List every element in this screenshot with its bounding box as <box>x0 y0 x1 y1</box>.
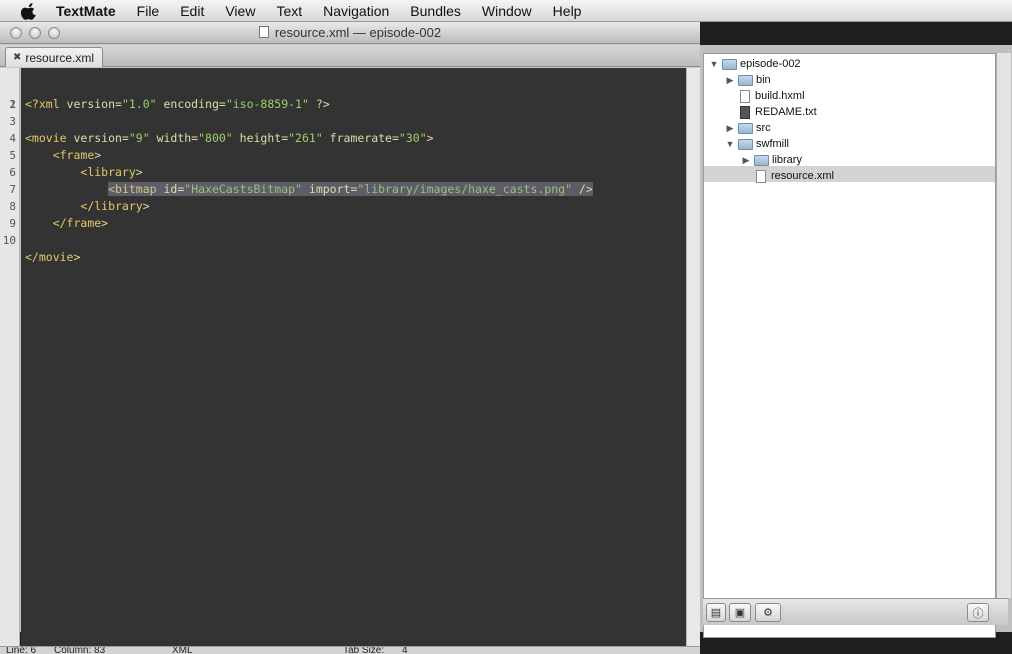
code-line: <library> <box>80 165 143 179</box>
line-indicator: Line: 6 <box>6 646 37 654</box>
code-editor[interactable]: <?xml version="1.0" encoding="iso-8859-1… <box>21 68 686 646</box>
tree-item-library[interactable]: ▶ library <box>740 152 802 168</box>
line-number: 9 <box>9 217 16 230</box>
language-popup[interactable]: XML <box>172 647 193 654</box>
tab-label: resource.xml <box>25 50 95 65</box>
editor-scrollbar[interactable] <box>686 68 700 646</box>
menu-bundles[interactable]: Bundles <box>410 3 461 19</box>
code-line: </frame> <box>52 216 109 230</box>
folder-icon <box>738 122 753 134</box>
tree-item-bin[interactable]: ▶ bin <box>724 72 771 88</box>
menu-bar: TextMate File Edit View Text Navigation … <box>0 0 1012 22</box>
disclosure-closed-icon[interactable]: ▶ <box>724 72 736 88</box>
new-folder-button[interactable]: ▣ <box>729 603 751 622</box>
folder-icon <box>738 74 753 86</box>
tree-item-src[interactable]: ▶ src <box>724 120 771 136</box>
line-number-gutter: 1 2 3 4 5 6 7 8 9 10 <box>0 68 20 646</box>
line-number: 7 <box>9 183 16 196</box>
line-number: 3 <box>9 115 16 128</box>
disclosure-open-icon[interactable]: ▼ <box>708 56 720 72</box>
folder-icon <box>738 138 753 150</box>
code-line: <bitmap id="HaxeCastsBitmap" import="lib… <box>108 182 593 196</box>
text-file-icon <box>740 105 750 119</box>
folder-icon <box>722 58 737 70</box>
file-icon <box>740 89 750 103</box>
disclosure-open-icon[interactable]: ▼ <box>724 136 736 152</box>
document-icon <box>258 26 269 38</box>
info-icon[interactable]: ⓘ <box>967 603 989 622</box>
tree-item-resource-xml[interactable]: resource.xml <box>752 168 834 184</box>
tree-item-redame-txt[interactable]: REDAME.txt <box>736 104 817 120</box>
selection-highlight <box>704 166 995 182</box>
menu-view[interactable]: View <box>225 3 255 19</box>
code-line: <movie version="9" width="800" height="2… <box>25 131 434 145</box>
line-number: 1 <box>9 98 16 111</box>
line-number: 10 <box>2 234 16 247</box>
code-line: </library> <box>80 199 150 213</box>
line-number: 6 <box>9 166 16 179</box>
file-icon <box>756 169 766 183</box>
menu-window[interactable]: Window <box>482 3 532 19</box>
menu-app[interactable]: TextMate <box>56 3 116 19</box>
code-line: <frame> <box>52 148 102 162</box>
menu-text[interactable]: Text <box>276 3 302 19</box>
tab-size-value[interactable]: 4 <box>402 647 408 654</box>
disclosure-closed-icon[interactable]: ▶ <box>740 152 752 168</box>
tab-resource-xml[interactable]: ✖ resource.xml <box>5 47 104 67</box>
menu-help[interactable]: Help <box>553 3 582 19</box>
tree-item-swfmill[interactable]: ▼ swfmill <box>724 136 789 152</box>
disclosure-closed-icon[interactable]: ▶ <box>724 120 736 136</box>
line-number: 8 <box>9 200 16 213</box>
file-tree[interactable]: ▼ episode-002 ▶ bin build.hxml REDAME.tx… <box>703 53 996 638</box>
title-bar: resource.xml — episode-002 <box>0 22 700 44</box>
status-bar: Line: 6 Column: 83 XML Tab Size: 4 <box>0 646 700 654</box>
code-line: <?xml version="1.0" encoding="iso-8859-1… <box>25 97 330 111</box>
drawer-scrollbar[interactable] <box>996 53 1011 598</box>
close-tab-icon[interactable]: ✖ <box>13 52 21 63</box>
apple-icon[interactable] <box>18 2 40 20</box>
drawer-toolbar: ▤ ▣ ⚙ ⓘ <box>703 598 1008 625</box>
tab-size-label[interactable]: Tab Size: <box>343 647 384 654</box>
project-drawer: ▼ episode-002 ▶ bin build.hxml REDAME.tx… <box>700 45 1012 638</box>
tree-item-build-hxml[interactable]: build.hxml <box>736 88 805 104</box>
tab-bar: ✖ resource.xml <box>0 45 700 67</box>
gear-icon[interactable]: ⚙ <box>755 603 781 622</box>
line-number: 5 <box>9 149 16 162</box>
folder-icon <box>754 154 769 166</box>
editor-window: resource.xml — episode-002 ✖ resource.xm… <box>0 22 700 654</box>
window-title: resource.xml — episode-002 <box>0 25 700 40</box>
menu-file[interactable]: File <box>137 3 160 19</box>
new-file-button[interactable]: ▤ <box>706 603 726 622</box>
code-line: </movie> <box>25 250 81 264</box>
tree-item-episode-002[interactable]: ▼ episode-002 <box>708 56 801 72</box>
menu-edit[interactable]: Edit <box>180 3 204 19</box>
menu-navigation[interactable]: Navigation <box>323 3 389 19</box>
line-number: 2 <box>9 98 16 111</box>
line-number: 4 <box>9 132 16 145</box>
column-indicator: Column: 83 <box>54 646 106 654</box>
